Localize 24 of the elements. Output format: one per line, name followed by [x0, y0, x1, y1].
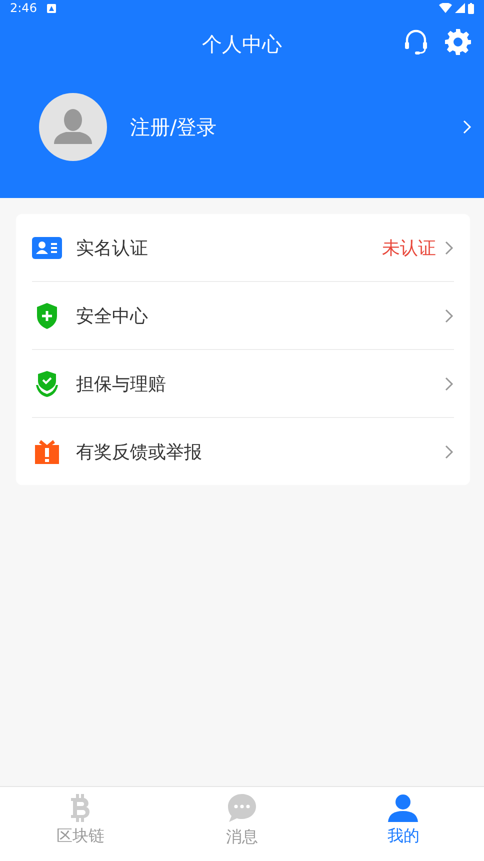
wifi-icon	[439, 3, 452, 13]
menu-item[interactable]: 担保与理赔	[32, 350, 454, 418]
user-icon	[388, 794, 418, 822]
chat-bubble-icon	[226, 792, 257, 822]
id-card-icon	[32, 236, 62, 258]
settings-icon[interactable]	[444, 28, 472, 56]
menu-item[interactable]: 安全中心	[32, 282, 454, 350]
login-link[interactable]: 注册/登录	[130, 114, 217, 140]
signal-icon	[455, 3, 465, 13]
avatar-icon[interactable]	[39, 93, 107, 161]
menu-item[interactable]: 实名认证 未认证	[32, 214, 454, 282]
chevron-icon	[444, 444, 454, 458]
menu-item[interactable]: 有奖反馈或举报	[32, 418, 454, 485]
chevron-icon	[444, 308, 454, 322]
chevron-icon	[444, 376, 454, 390]
status-time: 2:46	[10, 1, 37, 15]
battery-icon	[468, 2, 474, 14]
notification-icon	[46, 4, 56, 12]
chevron-icon	[444, 240, 454, 254]
headset-icon[interactable]	[402, 28, 430, 56]
page-title: 个人中心	[202, 30, 282, 58]
chevron-icon	[462, 120, 472, 134]
nav-tab[interactable]: 我的	[322, 787, 484, 861]
bitcoin-icon	[70, 794, 92, 822]
